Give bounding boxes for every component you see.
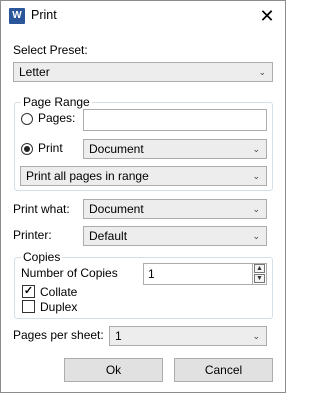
- number-of-copies-value: 1: [148, 267, 155, 281]
- spin-up-button[interactable]: ▲: [254, 264, 265, 273]
- chevron-down-icon: ⌄: [252, 231, 260, 241]
- page-range-select[interactable]: Print all pages in range ⌄: [20, 166, 267, 186]
- printer-select[interactable]: Default ⌄: [83, 226, 267, 246]
- print-radio[interactable]: [21, 143, 33, 155]
- print-what-select[interactable]: Document ⌄: [83, 199, 267, 219]
- print-dialog: W Print ✕ Select Preset: Letter ⌄ Page R…: [0, 0, 286, 393]
- number-of-copies-label: Number of Copies: [21, 266, 118, 280]
- cancel-button[interactable]: Cancel: [174, 358, 273, 382]
- collate-label: Collate: [40, 285, 78, 299]
- number-of-copies-input[interactable]: 1 ▲ ▼: [143, 263, 267, 285]
- ok-button[interactable]: Ok: [64, 358, 163, 382]
- close-button[interactable]: ✕: [249, 1, 285, 31]
- preset-select-value: Letter: [19, 65, 50, 79]
- close-icon: ✕: [259, 6, 275, 26]
- copies-spinner: ▲ ▼: [252, 263, 266, 285]
- print-what-label: Print what:: [13, 202, 70, 216]
- chevron-down-icon: ⌄: [252, 171, 260, 181]
- pages-per-sheet-select[interactable]: 1 ⌄: [109, 326, 267, 346]
- pages-per-sheet-label: Pages per sheet:: [13, 328, 104, 342]
- printer-label: Printer:: [13, 228, 52, 242]
- preset-select[interactable]: Letter ⌄: [13, 62, 273, 82]
- page-range-value: Print all pages in range: [26, 169, 149, 183]
- pages-radio[interactable]: [21, 113, 33, 125]
- page-range-title: Page Range: [21, 95, 92, 109]
- chevron-down-icon: ⌄: [252, 204, 260, 214]
- copies-title: Copies: [21, 250, 63, 264]
- checkmark-icon: ✓: [23, 285, 34, 297]
- select-preset-label: Select Preset:: [13, 43, 88, 57]
- print-scope-select[interactable]: Document ⌄: [83, 139, 267, 159]
- duplex-checkbox[interactable]: [22, 300, 35, 313]
- chevron-down-icon: ⌄: [252, 331, 260, 341]
- word-app-icon: W: [9, 8, 25, 24]
- collate-checkbox[interactable]: ✓: [22, 285, 35, 298]
- pages-input[interactable]: [83, 109, 267, 131]
- title-bar[interactable]: W Print ✕: [1, 1, 285, 31]
- duplex-label: Duplex: [40, 300, 78, 314]
- print-what-value: Document: [89, 202, 144, 216]
- chevron-down-icon: ⌄: [258, 67, 266, 77]
- print-radio-label: Print: [38, 141, 63, 155]
- chevron-down-icon: ⌄: [252, 144, 260, 154]
- pages-per-sheet-value: 1: [115, 329, 122, 343]
- print-scope-value: Document: [89, 142, 144, 156]
- window-title: Print: [31, 8, 57, 22]
- spin-down-button[interactable]: ▼: [254, 274, 265, 283]
- pages-radio-label: Pages:: [38, 111, 76, 125]
- printer-value: Default: [89, 229, 128, 243]
